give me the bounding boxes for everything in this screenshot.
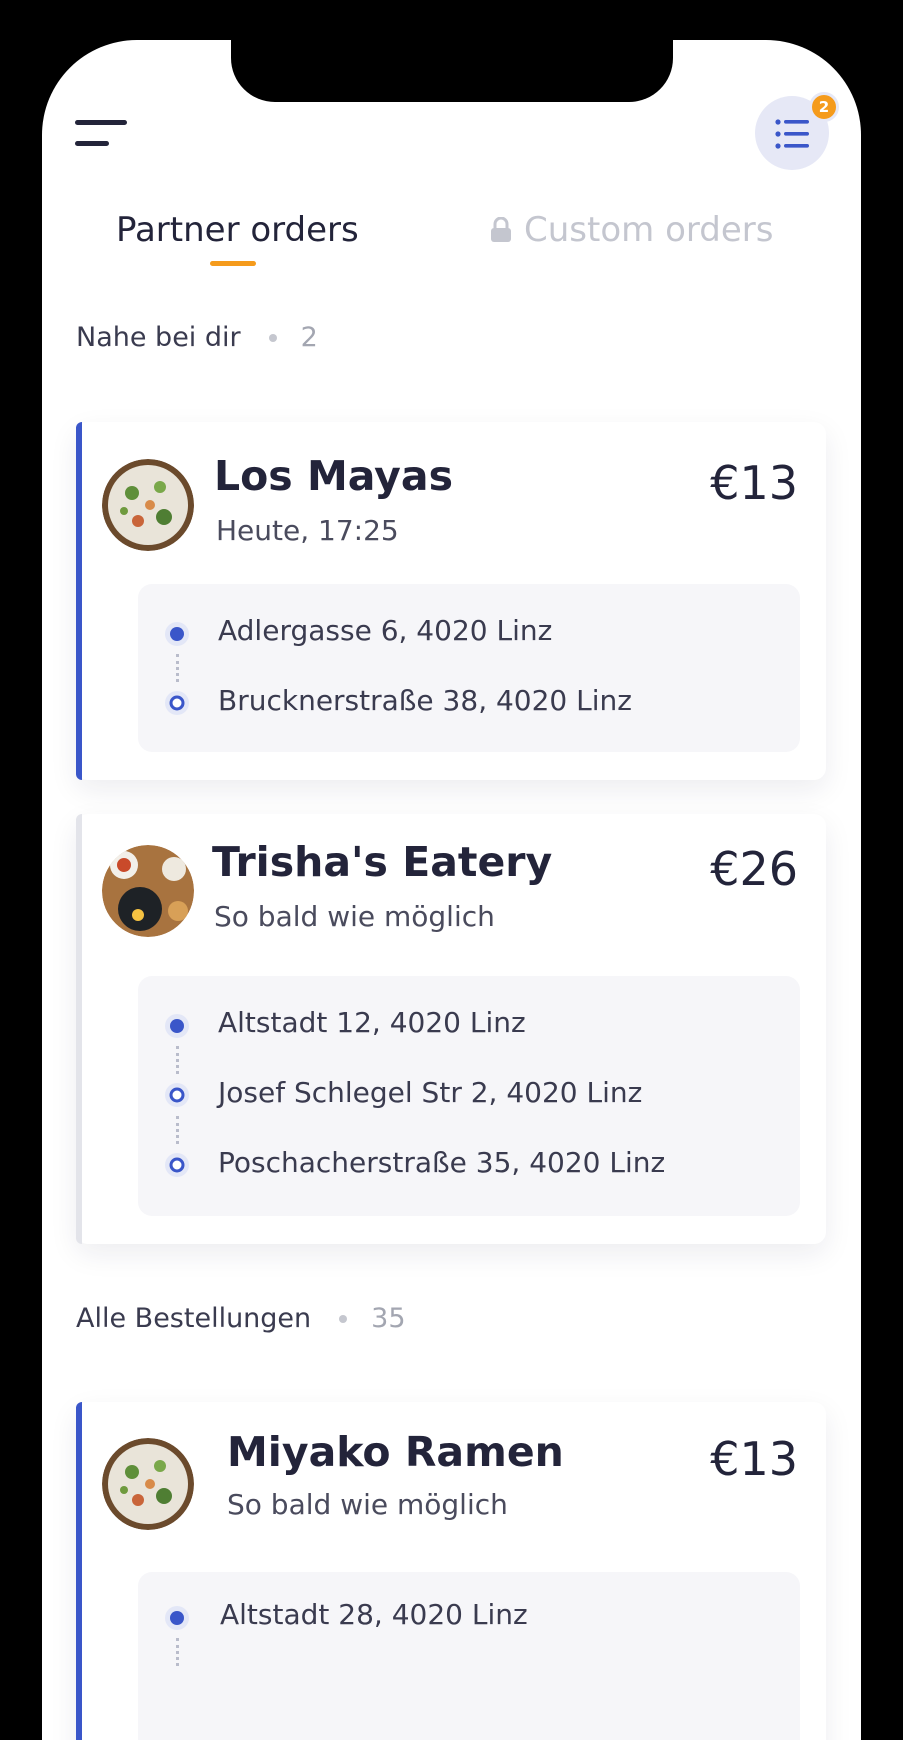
section-title: Nahe bei dir <box>76 322 241 353</box>
pickup-dot-icon <box>165 1014 189 1038</box>
order-price: €13 <box>710 1432 798 1486</box>
order-time: Heute, 17:25 <box>216 514 399 547</box>
restaurant-avatar <box>102 1438 194 1530</box>
dropoff-address: Brucknerstraße 38, 4020 Linz <box>218 684 632 717</box>
restaurant-name: Los Mayas <box>214 452 453 500</box>
tab-custom-orders[interactable]: Custom orders <box>490 210 773 250</box>
restaurant-avatar <box>102 459 194 551</box>
section-count: 2 <box>300 322 318 353</box>
section-header-all-orders: Alle Bestellungen 35 <box>76 1303 406 1334</box>
section-header-nearby: Nahe bei dir 2 <box>76 322 318 353</box>
tab-partner-orders[interactable]: Partner orders <box>116 210 359 250</box>
phone-notch <box>231 40 673 102</box>
order-card[interactable]: Trisha's Eatery So bald wie möglich €26 … <box>76 814 826 1244</box>
dropoff-address: Josef Schlegel Str 2, 4020 Linz <box>218 1076 643 1109</box>
lock-icon <box>491 217 511 242</box>
notification-badge: 2 <box>809 92 839 122</box>
dropoff-ring-icon <box>165 1083 189 1107</box>
pickup-address: Altstadt 12, 4020 Linz <box>218 1006 526 1039</box>
order-price: €26 <box>710 842 798 896</box>
hamburger-menu-icon[interactable] <box>75 120 131 154</box>
active-tab-indicator <box>210 261 256 266</box>
restaurant-name: Miyako Ramen <box>227 1428 564 1476</box>
dropoff-address: Poschacherstraße 35, 4020 Linz <box>218 1146 666 1179</box>
pickup-dot-icon <box>165 622 189 646</box>
order-time: So bald wie möglich <box>227 1488 508 1521</box>
restaurant-name: Trisha's Eatery <box>212 838 553 886</box>
route-box: Altstadt 28, 4020 Linz <box>138 1572 800 1740</box>
dropoff-ring-icon <box>165 691 189 715</box>
section-title: Alle Bestellungen <box>76 1303 312 1334</box>
route-box: Altstadt 12, 4020 Linz Josef Schlegel St… <box>138 976 800 1216</box>
phone-screen: 2 Partner orders Custom orders Nahe bei … <box>42 40 861 1740</box>
pickup-dot-icon <box>165 1606 189 1630</box>
tab-custom-label: Custom orders <box>524 210 774 250</box>
order-card[interactable]: Miyako Ramen So bald wie möglich €13 Alt… <box>76 1402 826 1740</box>
pickup-address: Adlergasse 6, 4020 Linz <box>218 614 553 647</box>
order-time: So bald wie möglich <box>214 900 495 933</box>
restaurant-avatar <box>102 845 194 937</box>
dropoff-ring-icon <box>165 1153 189 1177</box>
order-card[interactable]: Los Mayas Heute, 17:25 €13 Adlergasse 6,… <box>76 422 826 780</box>
section-count: 35 <box>371 1303 406 1334</box>
route-box: Adlergasse 6, 4020 Linz Brucknerstraße 3… <box>138 584 800 752</box>
pickup-address: Altstadt 28, 4020 Linz <box>220 1598 528 1631</box>
order-price: €13 <box>710 456 798 510</box>
list-icon <box>775 119 809 149</box>
